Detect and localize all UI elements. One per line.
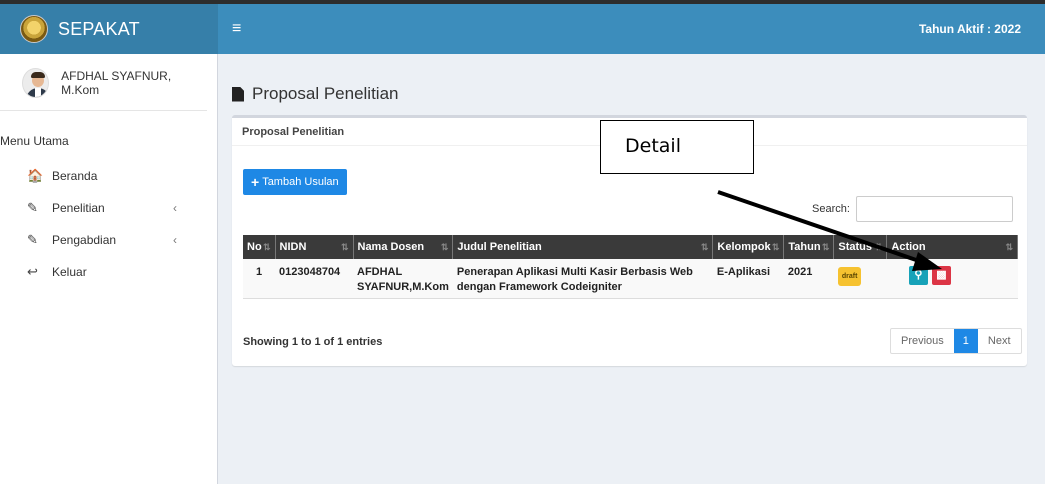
proposal-table: No ⇅ NIDN ⇅ Nama Dosen ⇅ Judul Penelitian ⇅ …: [243, 235, 1018, 299]
sort-icon: ⇅: [262, 242, 271, 252]
cell-no: 1: [243, 259, 275, 299]
home-icon: 🏠: [27, 168, 44, 183]
hamburger-icon[interactable]: ≡: [232, 20, 241, 38]
trash-icon: ▩: [936, 269, 947, 281]
plus-icon: +: [251, 174, 260, 190]
sort-icon: ⇅: [340, 242, 349, 252]
column-header-nama-dosen[interactable]: Nama Dosen ⇅: [353, 235, 454, 259]
sidebar-item-label: Pengabdian: [52, 233, 117, 247]
sidebar-item-label: Beranda: [52, 169, 98, 183]
brand-logo-area[interactable]: SEPAKAT: [0, 4, 218, 54]
status-badge: draft: [837, 267, 862, 286]
page-title: Proposal Penelitian: [252, 84, 399, 103]
column-header-tahun[interactable]: Tahun ⇅: [783, 235, 835, 259]
cell-kelompok: E-Aplikasi: [712, 259, 784, 299]
pagination-previous[interactable]: Previous: [891, 329, 954, 353]
menu-header: Menu Utama: [0, 134, 69, 148]
sort-icon: ⇅: [771, 242, 780, 252]
detail-button[interactable]: ⚲: [908, 266, 928, 285]
user-name: AFDHAL SYAFNUR, M.Kom: [61, 69, 172, 97]
user-panel: AFDHAL SYAFNUR, M.Kom: [0, 54, 207, 111]
search-area: Search:: [812, 196, 1013, 222]
reply-icon: ↩: [27, 264, 38, 279]
file-icon: [232, 86, 244, 102]
sort-icon: ⇅: [874, 242, 883, 252]
sidebar-item-label: Penelitian: [52, 201, 105, 215]
sort-icon: ⇅: [440, 242, 449, 252]
top-navbar: ≡ Tahun Aktif : 2022: [218, 4, 1045, 54]
search-input[interactable]: [855, 196, 1013, 222]
main-content: Proposal Penelitian Proposal Penelitian …: [218, 54, 1045, 484]
column-header-no[interactable]: No ⇅: [243, 235, 276, 259]
column-header-kelompok[interactable]: Kelompok ⇅: [712, 235, 785, 259]
column-header-judul[interactable]: Judul Penelitian ⇅: [452, 235, 714, 259]
avatar: [22, 68, 50, 98]
sidebar-item-beranda[interactable]: 🏠 Beranda: [0, 160, 217, 192]
university-logo-icon: [20, 15, 48, 43]
pagination: Previous 1 Next: [890, 328, 1022, 354]
sidebar-item-label: Keluar: [52, 265, 87, 279]
sort-icon: ⇅: [821, 242, 830, 252]
table-header-row: No ⇅ NIDN ⇅ Nama Dosen ⇅ Judul Penelitian ⇅ …: [243, 235, 1018, 259]
cell-nama-dosen: AFDHAL SYAFNUR,M.Kom: [353, 259, 453, 299]
brand-name: SEPAKAT: [58, 18, 140, 39]
cell-tahun: 2021: [783, 259, 834, 299]
sidebar-item-penelitian[interactable]: ✎ Penelitian ‹: [0, 192, 217, 224]
cell-nidn: 0123048704: [275, 259, 353, 299]
cell-action: ⚲ ▩: [886, 259, 1018, 299]
entries-info: Showing 1 to 1 of 1 entries: [243, 336, 383, 348]
column-header-nidn[interactable]: NIDN ⇅: [275, 235, 354, 259]
column-header-status[interactable]: Status ⇅: [833, 235, 888, 259]
sort-icon: ⇅: [1005, 242, 1013, 252]
chevron-left-icon: ‹: [173, 201, 177, 215]
edit-icon: ✎: [27, 200, 38, 215]
pagination-next[interactable]: Next: [978, 329, 1021, 353]
search-label: Search:: [812, 203, 850, 215]
sort-icon: ⇅: [700, 242, 709, 252]
detail-callout: Detail: [600, 120, 754, 174]
sidebar: AFDHAL SYAFNUR, M.Kom Menu Utama 🏠 Beran…: [0, 54, 218, 484]
edit-icon: ✎: [27, 232, 38, 247]
add-proposal-button[interactable]: + Tambah Usulan: [243, 169, 347, 195]
sidebar-item-keluar[interactable]: ↩ Keluar: [0, 256, 217, 288]
table-row: 1 0123048704 AFDHAL SYAFNUR,M.Kom Penerap…: [243, 259, 1018, 299]
cell-judul: Penerapan Aplikasi Multi Kasir Berbasis …: [452, 259, 713, 299]
pagination-page-1[interactable]: 1: [953, 329, 978, 353]
sidebar-item-pengabdian[interactable]: ✎ Pengabdian ‹: [0, 224, 217, 256]
add-proposal-label: Tambah Usulan: [262, 176, 339, 188]
search-icon: ⚲: [914, 269, 923, 281]
chevron-left-icon: ‹: [173, 233, 177, 247]
content-header: Proposal Penelitian: [218, 54, 1045, 112]
column-header-action[interactable]: Action ⇅: [886, 235, 1018, 259]
cell-status: draft: [833, 259, 887, 299]
delete-button[interactable]: ▩: [931, 266, 951, 285]
active-year: Tahun Aktif : 2022: [918, 22, 1021, 36]
